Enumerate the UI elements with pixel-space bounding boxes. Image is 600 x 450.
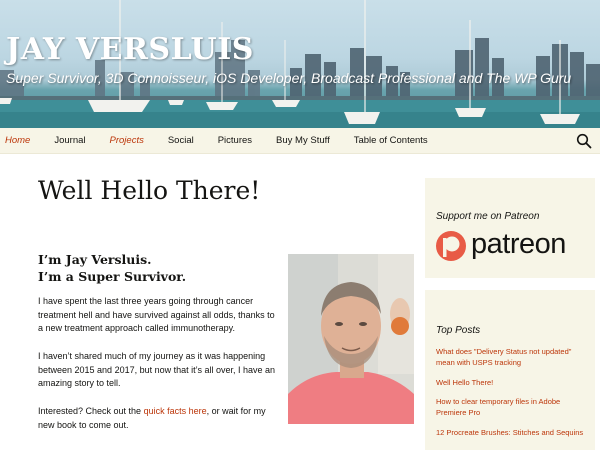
quick-facts-link[interactable]: quick facts here [144,406,207,416]
paragraph-interested: Interested? Check out the quick facts he… [38,405,278,432]
top-post-link[interactable]: What does "Delivery Status not updated" … [436,346,591,368]
nav-item-projects[interactable]: Projects [100,128,158,154]
patreon-widget-content: Support me on Patreon patreon [425,178,595,278]
site-tagline: Super Survivor, 3D Connoisseur, iOS Deve… [6,70,572,86]
nav-item-pictures[interactable]: Pictures [208,128,266,154]
site-header: JAY VERSLUIS Super Survivor, 3D Connoiss… [0,0,600,128]
top-posts-widget-content: Top Posts What does "Delivery Status not… [425,290,595,450]
nav-item-buy-my-stuff[interactable]: Buy My Stuff [266,128,344,154]
top-post-link[interactable]: How to clear temporary files in Adobe Pr… [436,396,591,418]
site-title[interactable]: JAY VERSLUIS [6,32,254,67]
top-posts-list: What does "Delivery Status not updated" … [436,346,591,446]
nav-item-home[interactable]: Home [0,128,44,154]
search-icon[interactable] [576,133,592,149]
nav-item-table-of-contents[interactable]: Table of Contents [344,128,442,154]
patreon-logo-link[interactable]: patreon [435,228,585,264]
intro-heading: I’m Jay Versluis. I’m a Super Survivor. [38,251,186,285]
page-title: Well Hello There! [38,176,261,205]
main-navigation: Home Journal Projects Social Pictures Bu… [0,128,600,154]
paragraph-journey: I haven’t shared much of my journey as i… [38,351,276,388]
patreon-logo-icon [436,231,466,261]
author-photo [288,254,414,424]
top-post-link[interactable]: 12 Procreate Brushes: Stitches and Sequi… [436,427,591,438]
nav-item-journal[interactable]: Journal [44,128,99,154]
top-posts-title: Top Posts [436,325,481,336]
interested-text-before: Interested? Check out the [38,406,144,416]
intro-heading-line-1: I’m Jay Versluis. [38,252,152,267]
patreon-wordmark: patreon [471,228,566,260]
intro-heading-line-2: I’m a Super Survivor. [38,269,187,284]
paragraph-treatment: I have spent the last three years going … [38,296,275,333]
patreon-widget-title: Support me on Patreon [436,211,540,222]
nav-item-social[interactable]: Social [158,128,208,154]
top-post-link[interactable]: Well Hello There! [436,377,591,388]
